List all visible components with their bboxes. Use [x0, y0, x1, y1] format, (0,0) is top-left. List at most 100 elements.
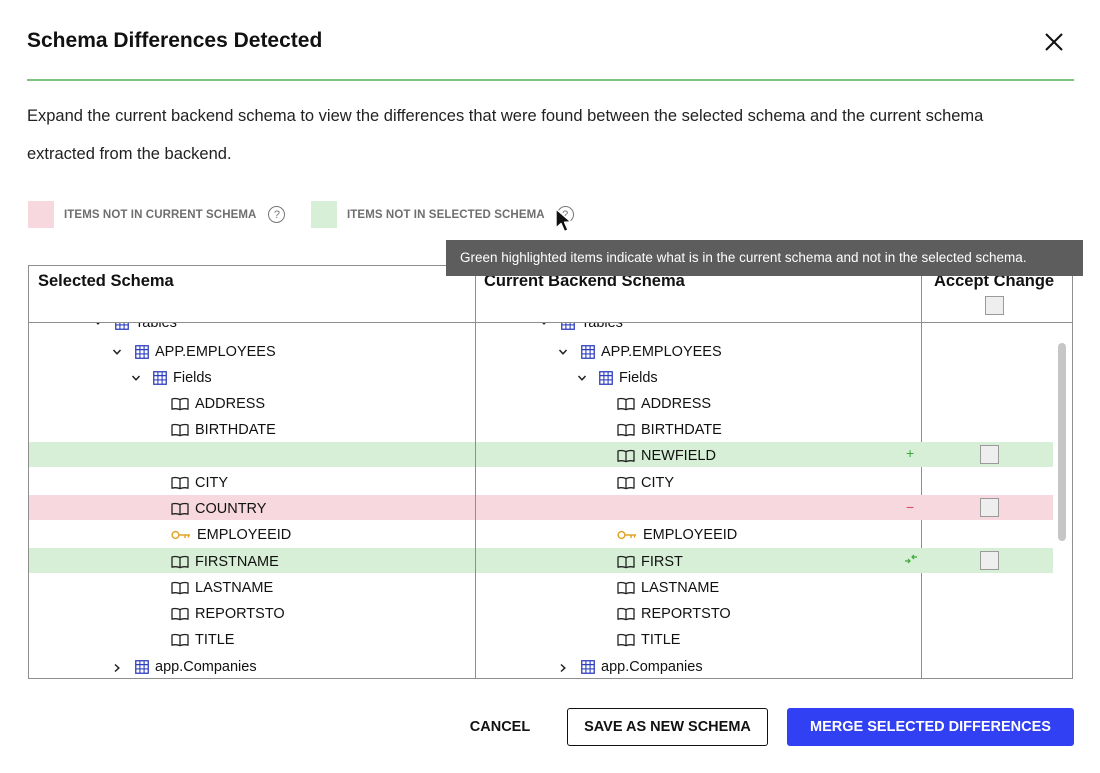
field-node[interactable]: ADDRESS — [171, 391, 265, 417]
accept-change-checkbox[interactable] — [980, 498, 999, 517]
renamed-icon — [904, 552, 918, 568]
table-icon — [135, 345, 149, 359]
header-selected-schema: Selected Schema — [38, 272, 174, 290]
book-icon — [171, 502, 189, 516]
table-icon — [581, 345, 595, 359]
field-node[interactable]: NEWFIELD — [617, 443, 716, 469]
chevron-down-icon[interactable] — [558, 347, 568, 357]
field-node[interactable]: CITY — [171, 470, 228, 496]
key-icon — [617, 530, 637, 540]
legend-label-not-in-selected: ITEMS NOT IN SELECTED SCHEMA — [347, 208, 545, 221]
field-node[interactable]: BIRTHDATE — [617, 417, 722, 443]
field-label: FIRSTNAME — [195, 554, 279, 570]
book-icon — [617, 607, 635, 621]
table-icon — [135, 660, 149, 674]
table-icon — [599, 371, 613, 385]
merge-selected-differences-button[interactable]: MERGE SELECTED DIFFERENCES — [787, 708, 1074, 746]
dialog-description: Expand the current backend schema to vie… — [27, 107, 984, 163]
close-icon[interactable] — [1041, 29, 1067, 55]
help-icon[interactable]: ? — [268, 206, 286, 223]
field-node[interactable]: LASTNAME — [171, 575, 273, 601]
tree-node-label: app.Companies — [155, 659, 257, 675]
row-highlight-removed — [476, 495, 1053, 520]
field-label: NEWFIELD — [641, 448, 716, 464]
book-icon — [171, 607, 189, 621]
chevron-right-icon[interactable] — [558, 663, 568, 673]
field-node[interactable]: TITLE — [171, 627, 234, 653]
field-node[interactable]: COUNTRY — [171, 496, 266, 522]
accept-change-checkbox[interactable] — [980, 445, 999, 464]
field-label: REPORTSTO — [195, 606, 285, 622]
field-label: CITY — [641, 475, 675, 491]
legend-not-in-current: ITEMS NOT IN CURRENT SCHEMA ? — [28, 201, 286, 228]
field-node[interactable]: REPORTSTO — [171, 601, 285, 627]
chevron-down-icon[interactable] — [112, 347, 122, 357]
field-node[interactable]: REPORTSTO — [617, 601, 731, 627]
tree-node-fields[interactable]: Fields — [153, 365, 212, 391]
field-node[interactable]: EMPLOYEEID — [171, 522, 291, 548]
accept-all-checkbox[interactable] — [985, 296, 1004, 315]
field-node[interactable]: LASTNAME — [617, 575, 719, 601]
tree-node-app-employees[interactable]: APP.EMPLOYEES — [581, 339, 722, 365]
field-label: ADDRESS — [641, 396, 712, 412]
tree-node-label: Tables — [135, 323, 177, 331]
field-label: ADDRESS — [195, 396, 266, 412]
chevron-down-icon[interactable] — [577, 373, 587, 383]
field-node[interactable]: FIRSTNAME — [171, 549, 279, 575]
scrollbar-thumb[interactable] — [1058, 343, 1066, 541]
chevron-down-icon[interactable] — [93, 323, 103, 327]
row-highlight-added — [29, 442, 475, 467]
tree-node-tables[interactable]: Tables — [115, 323, 177, 336]
tree-node-app-companies[interactable]: app.Companies — [135, 654, 257, 678]
chevron-right-icon[interactable] — [112, 663, 122, 673]
field-node[interactable]: TITLE — [617, 627, 680, 653]
row-highlight-added — [476, 548, 1053, 573]
table-icon — [581, 660, 595, 674]
legend-not-in-selected: ITEMS NOT IN SELECTED SCHEMA ? — [311, 201, 574, 228]
field-node[interactable]: FIRST — [617, 549, 683, 575]
tree-node-label: Fields — [173, 370, 212, 386]
book-icon — [617, 449, 635, 463]
book-icon — [617, 555, 635, 569]
table-icon — [561, 323, 575, 330]
cancel-button[interactable]: CANCEL — [452, 708, 548, 746]
book-icon — [171, 476, 189, 490]
title-divider — [27, 79, 1074, 81]
field-node[interactable]: EMPLOYEEID — [617, 522, 737, 548]
legend-swatch-green — [311, 201, 337, 228]
tree-node-label: APP.EMPLOYEES — [601, 344, 722, 360]
legend-swatch-pink — [28, 201, 54, 228]
key-icon — [171, 530, 191, 540]
tree-node-tables[interactable]: Tables — [561, 323, 623, 336]
field-label: TITLE — [641, 632, 681, 648]
tree-node-label: Fields — [619, 370, 658, 386]
field-node[interactable]: CITY — [617, 470, 674, 496]
tree-node-label: Tables — [581, 323, 623, 331]
field-node[interactable]: ADDRESS — [617, 391, 711, 417]
book-icon — [617, 581, 635, 595]
field-label: COUNTRY — [195, 501, 267, 517]
field-label: CITY — [195, 475, 229, 491]
field-label: FIRST — [641, 554, 683, 570]
table-icon — [115, 323, 129, 330]
field-label: EMPLOYEEID — [643, 527, 738, 543]
tree-node-app-employees[interactable]: APP.EMPLOYEES — [135, 339, 276, 365]
accept-change-checkbox[interactable] — [980, 551, 999, 570]
save-as-new-schema-button[interactable]: SAVE AS NEW SCHEMA — [567, 708, 768, 746]
mouse-pointer-icon — [552, 207, 578, 242]
book-icon — [617, 397, 635, 411]
chevron-down-icon[interactable] — [131, 373, 141, 383]
book-icon — [171, 397, 189, 411]
book-icon — [171, 633, 189, 647]
tooltip: Green highlighted items indicate what is… — [446, 240, 1083, 276]
tree-node-label: app.Companies — [601, 659, 703, 675]
tree-node-app-companies[interactable]: app.Companies — [581, 654, 703, 678]
field-node[interactable]: BIRTHDATE — [171, 417, 276, 443]
book-icon — [171, 423, 189, 437]
chevron-down-icon[interactable] — [539, 323, 549, 327]
field-label: EMPLOYEEID — [197, 527, 292, 543]
field-label: LASTNAME — [641, 580, 720, 596]
tree-node-fields[interactable]: Fields — [599, 365, 658, 391]
legend-label-not-in-current: ITEMS NOT IN CURRENT SCHEMA — [64, 208, 257, 221]
close-button[interactable] — [1041, 29, 1067, 55]
